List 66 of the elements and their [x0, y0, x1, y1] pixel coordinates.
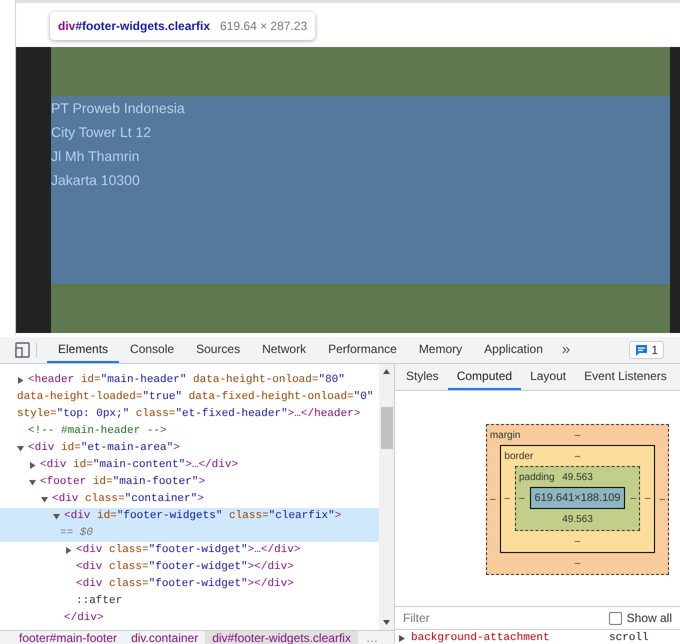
scrollbar[interactable]: [379, 364, 394, 630]
box-value: –: [574, 450, 580, 464]
element-selector: div#footer-widgets.clearfix: [58, 18, 210, 35]
filter-field[interactable]: Filter: [403, 609, 553, 627]
dom-node[interactable]: <div class="footer-widget"></div>: [65, 559, 377, 576]
dom-node[interactable]: <div class="footer-widget"></div>: [65, 576, 377, 593]
content-box: 619.641×188.109: [530, 487, 626, 509]
breadcrumb[interactable]: div.container: [124, 631, 206, 644]
box-value: –: [518, 492, 525, 506]
box-value: –: [574, 428, 580, 442]
box-value: –: [504, 492, 510, 506]
device-toolbar-icon[interactable]: [15, 342, 30, 358]
box-value: –: [490, 492, 496, 506]
box-value: 49.563: [562, 512, 593, 526]
address-line: PT Proweb Indonesia: [51, 99, 185, 118]
sidebar-tab[interactable]: Layout: [521, 364, 576, 390]
box-value: –: [660, 492, 666, 506]
tree-row[interactable]: <div id="footer-widgets" class="clearfix"> == $0: [0, 508, 379, 542]
breadcrumb[interactable]: footer#main-footer: [12, 631, 124, 644]
address-line: Jakarta 10300: [51, 171, 140, 190]
expand-arrow-icon[interactable]: [29, 462, 36, 469]
dom-node[interactable]: <div id="footer-widgets" class="clearfix">: [53, 508, 377, 525]
closing-tag: </div>: [64, 612, 104, 624]
sidebar-tab[interactable]: Styles: [397, 364, 448, 390]
property-name: background-attachment: [411, 630, 551, 644]
panel-tab[interactable]: Elements: [47, 337, 120, 363]
box-label: margin: [490, 428, 522, 442]
scroll-down-icon[interactable]: [383, 620, 390, 625]
collapse-arrow-icon[interactable]: [53, 513, 60, 520]
scroll-up-icon[interactable]: [383, 369, 390, 374]
element-size: 619.64 × 287.23: [220, 18, 308, 35]
panel-tab[interactable]: Application: [473, 337, 554, 363]
panel-tab[interactable]: Sources: [185, 337, 252, 363]
box-value: –: [630, 492, 636, 506]
collapse-arrow-icon[interactable]: [17, 445, 24, 452]
dom-node[interactable]: <div class="footer-widget">…</div>: [65, 542, 377, 559]
address-line: City Tower Lt 12: [51, 123, 152, 142]
box-value: –: [645, 492, 651, 506]
box-value: –: [574, 556, 580, 570]
scrollbar-thumb[interactable]: [380, 407, 392, 449]
breadcrumb[interactable]: div#footer-widgets.clearfix: [205, 631, 358, 644]
issues-button[interactable]: 1: [629, 341, 664, 359]
property-value: scroll: [609, 630, 649, 644]
show-all-label[interactable]: Show all: [626, 609, 672, 627]
expand-arrow-icon[interactable]: [17, 377, 24, 384]
panel-tab[interactable]: Console: [119, 337, 186, 363]
expand-arrow-icon[interactable]: [65, 547, 72, 554]
box-label: padding: [518, 470, 556, 484]
sidebar-tab[interactable]: Event Listeners: [575, 364, 676, 390]
message-icon: [635, 344, 648, 356]
dom-node[interactable]: ::after: [65, 593, 377, 610]
show-all-checkbox[interactable]: [608, 612, 622, 624]
console-reference: == $0: [60, 526, 94, 541]
box-value: –: [574, 534, 580, 548]
panel-tab[interactable]: Network: [251, 337, 318, 363]
more-breadcrumbs-button[interactable]: …: [358, 631, 386, 644]
box-label: border: [504, 450, 534, 464]
collapse-arrow-icon[interactable]: [29, 479, 36, 486]
sidebar-tab[interactable]: Computed: [448, 364, 522, 390]
more-tabs-button[interactable]: »: [554, 337, 578, 363]
address-line: Jl Mh Thamrin: [51, 147, 140, 166]
collapse-arrow-icon[interactable]: [41, 496, 48, 503]
panel-tab[interactable]: Performance: [317, 337, 408, 363]
panel-tab[interactable]: Memory: [408, 337, 474, 363]
box-value: 49.563: [562, 470, 593, 484]
expand-arrow-icon[interactable]: [399, 634, 405, 642]
